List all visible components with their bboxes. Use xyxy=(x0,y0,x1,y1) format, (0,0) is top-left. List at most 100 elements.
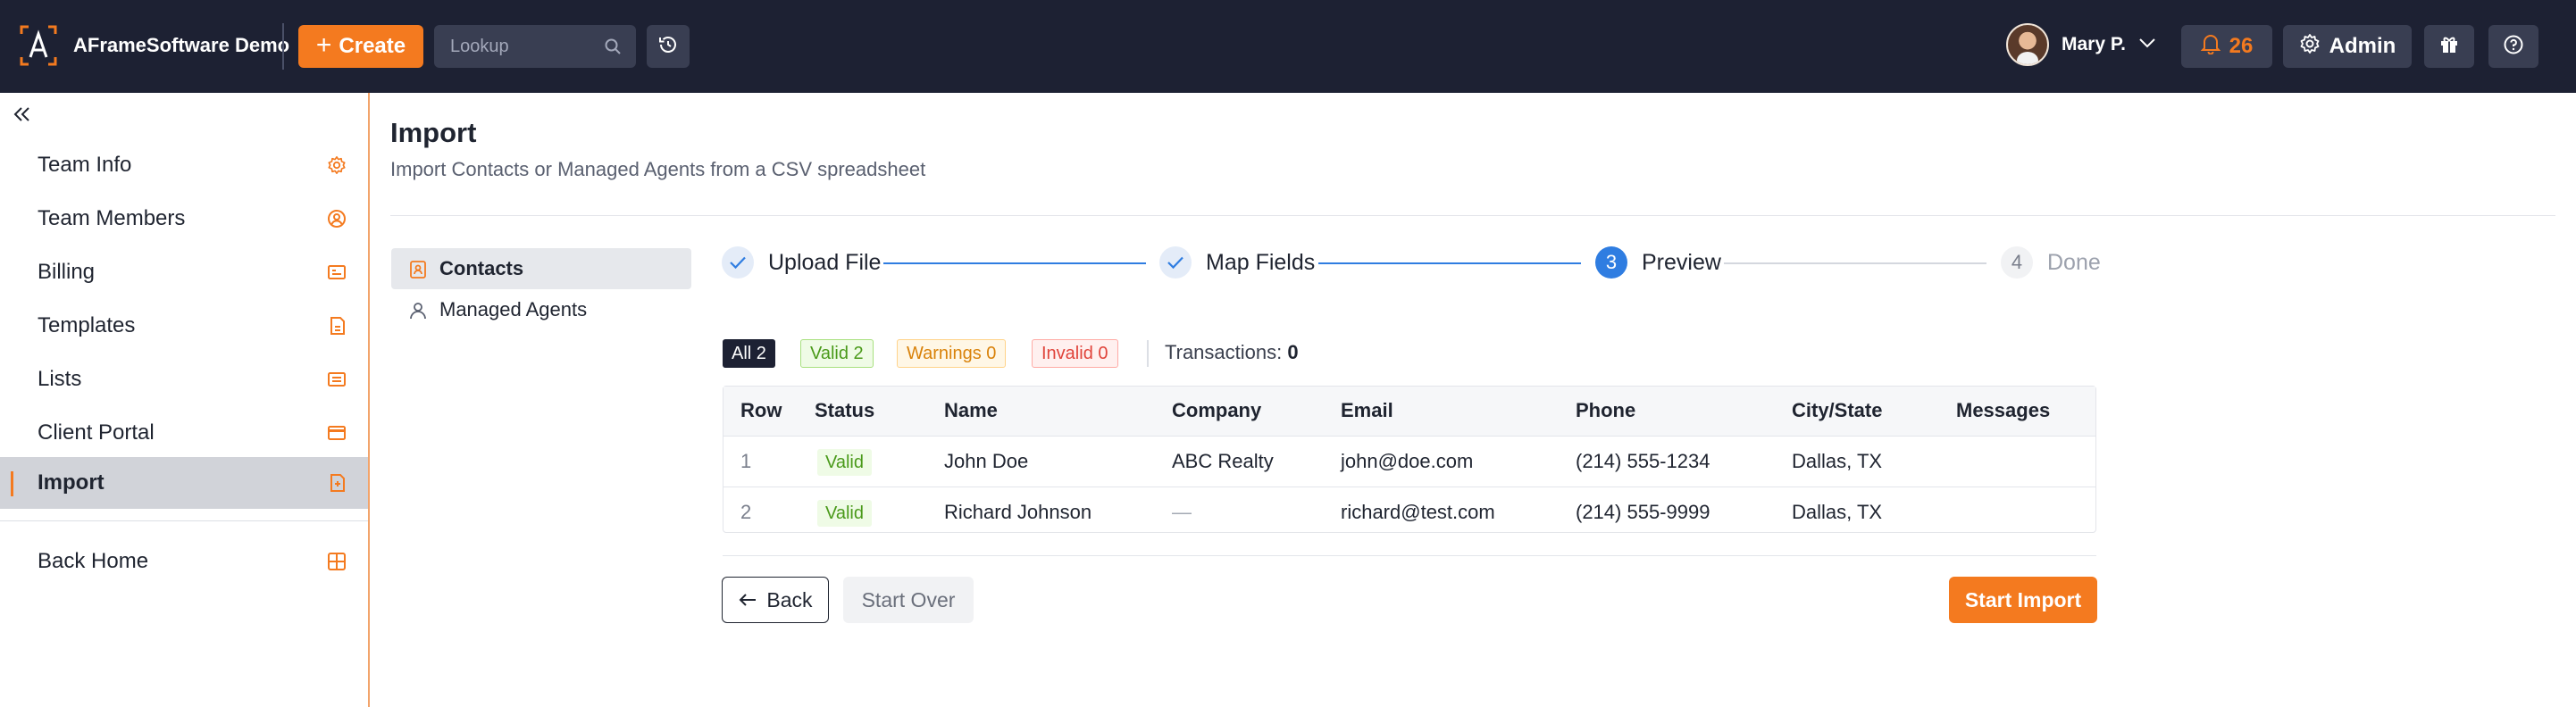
subnav-contacts[interactable]: Contacts xyxy=(391,248,691,289)
lookup-search[interactable] xyxy=(434,25,636,68)
lookup-input[interactable] xyxy=(450,36,593,57)
cell-phone: (214) 555-1234 xyxy=(1576,450,1710,472)
step-label: Map Fields xyxy=(1206,249,1316,275)
gift-button[interactable] xyxy=(2424,25,2474,68)
start-over-button[interactable]: Start Over xyxy=(843,577,974,623)
subnav-managed-agents[interactable]: Managed Agents xyxy=(391,289,691,330)
step-label: Done xyxy=(2047,249,2101,275)
topbar-divider xyxy=(282,23,284,70)
sidebar-item-label: Client Portal xyxy=(38,420,155,445)
sidebar-item-label: Team Info xyxy=(38,153,132,177)
sidebar-item-label: Team Members xyxy=(38,206,186,230)
cell-name: Richard Johnson xyxy=(944,501,1092,523)
history-button[interactable] xyxy=(647,25,690,68)
cell-company: ABC Realty xyxy=(1172,450,1274,472)
list-card-icon xyxy=(327,370,347,395)
user-menu[interactable]: Mary P. xyxy=(2006,23,2156,66)
sidebar-item-back-home[interactable]: Back Home xyxy=(0,536,368,587)
filter-invalid[interactable]: Invalid 0 xyxy=(1032,339,1118,368)
portal-card-icon xyxy=(327,423,347,448)
column-header: Messages xyxy=(1956,399,2051,421)
start-import-button[interactable]: Start Import xyxy=(1949,577,2097,623)
column-header: Email xyxy=(1341,399,1393,421)
step-connector xyxy=(1724,262,1986,264)
sidebar-item-label: Billing xyxy=(38,260,96,284)
sidebar-item-label: Import xyxy=(38,470,105,495)
step-connector xyxy=(883,262,1146,264)
sidebar-item-team-info[interactable]: Team Info xyxy=(0,139,368,191)
brand[interactable]: AFrameSoftware Demo xyxy=(18,23,289,68)
arrow-left-icon xyxy=(738,588,757,612)
step-number: 3 xyxy=(1595,246,1627,279)
document-icon xyxy=(329,316,347,342)
step-label: Upload File xyxy=(768,249,882,275)
gift-icon xyxy=(2438,34,2460,60)
column-header: Row xyxy=(740,399,782,421)
page-title: Import xyxy=(390,117,477,148)
sidebar-item-client-portal[interactable]: Client Portal xyxy=(0,407,368,459)
chevron-down-icon xyxy=(2138,37,2156,53)
filter-valid[interactable]: Valid 2 xyxy=(800,339,874,368)
brand-name: AFrameSoftware Demo xyxy=(73,34,290,56)
help-button[interactable] xyxy=(2488,25,2538,68)
user-name: Mary P. xyxy=(2062,34,2126,54)
step-label: Preview xyxy=(1642,249,1721,275)
cell-phone: (214) 555-9999 xyxy=(1576,501,1710,523)
bell-icon xyxy=(2200,33,2221,61)
column-header: City/State xyxy=(1792,399,1883,421)
back-button-label: Back xyxy=(766,587,813,611)
create-button-label: Create xyxy=(339,34,406,58)
sidebar-item-lists[interactable]: Lists xyxy=(0,354,368,405)
subnav-label: Managed Agents xyxy=(439,298,588,320)
sidebar-item-label: Lists xyxy=(38,367,82,391)
notification-count: 26 xyxy=(2229,34,2254,58)
step-connector xyxy=(1318,262,1581,264)
header-divider xyxy=(390,215,2555,216)
sidebar: Team Info Team Members Billing Templates… xyxy=(0,93,370,707)
cell-name: John Doe xyxy=(944,450,1029,472)
plus-icon: + xyxy=(315,29,332,60)
gear-icon xyxy=(2299,33,2321,61)
footer-divider xyxy=(723,555,2096,556)
transactions-count: Transactions: 0 xyxy=(1165,341,1299,364)
step-done: 4 Done xyxy=(2001,246,2101,279)
sidebar-item-billing[interactable]: Billing xyxy=(0,246,368,298)
page-subtitle: Import Contacts or Managed Agents from a… xyxy=(390,158,926,180)
sidebar-item-team-members[interactable]: Team Members xyxy=(0,193,368,245)
subnav-label: Contacts xyxy=(439,257,524,279)
column-header: Company xyxy=(1172,399,1262,421)
sidebar-item-label: Templates xyxy=(38,313,136,337)
cell-city-state: Dallas, TX xyxy=(1792,501,1883,523)
step-preview: 3 Preview xyxy=(1595,246,1721,279)
transactions-label: Transactions: xyxy=(1165,341,1283,363)
transactions-value: 0 xyxy=(1287,341,1299,363)
history-icon xyxy=(657,34,679,60)
filter-all[interactable]: All 2 xyxy=(723,339,775,368)
status-badge: Valid xyxy=(817,500,872,527)
contact-card-icon xyxy=(409,260,427,285)
create-button[interactable]: + Create xyxy=(298,25,423,68)
import-document-icon xyxy=(329,473,347,499)
sidebar-item-import[interactable]: Import xyxy=(0,457,368,509)
user-circle-icon xyxy=(327,209,347,235)
billing-card-icon xyxy=(327,262,347,287)
column-header: Name xyxy=(944,399,998,421)
help-icon xyxy=(2503,34,2524,60)
avatar xyxy=(2006,23,2049,66)
admin-label: Admin xyxy=(2329,34,2396,58)
table-row[interactable]: 1 Valid John Doe ABC Realty john@doe.com… xyxy=(723,437,2095,487)
back-button[interactable]: Back xyxy=(722,577,829,623)
collapse-sidebar-icon[interactable] xyxy=(13,105,32,128)
step-number: 4 xyxy=(2001,246,2033,279)
sidebar-item-label: Back Home xyxy=(38,549,149,573)
admin-button[interactable]: Admin xyxy=(2283,25,2412,68)
notifications-button[interactable]: 26 xyxy=(2181,25,2272,68)
filter-warnings[interactable]: Warnings 0 xyxy=(897,339,1007,368)
table-row[interactable]: 2 Valid Richard Johnson — richard@test.c… xyxy=(723,488,2095,538)
table-header: Row Status Name Company Email Phone City… xyxy=(723,387,2095,437)
sidebar-divider xyxy=(0,520,368,521)
sidebar-item-templates[interactable]: Templates xyxy=(0,300,368,352)
column-header: Phone xyxy=(1576,399,1636,421)
step-map-fields: Map Fields xyxy=(1159,246,1315,279)
cell-row: 1 xyxy=(740,450,752,472)
